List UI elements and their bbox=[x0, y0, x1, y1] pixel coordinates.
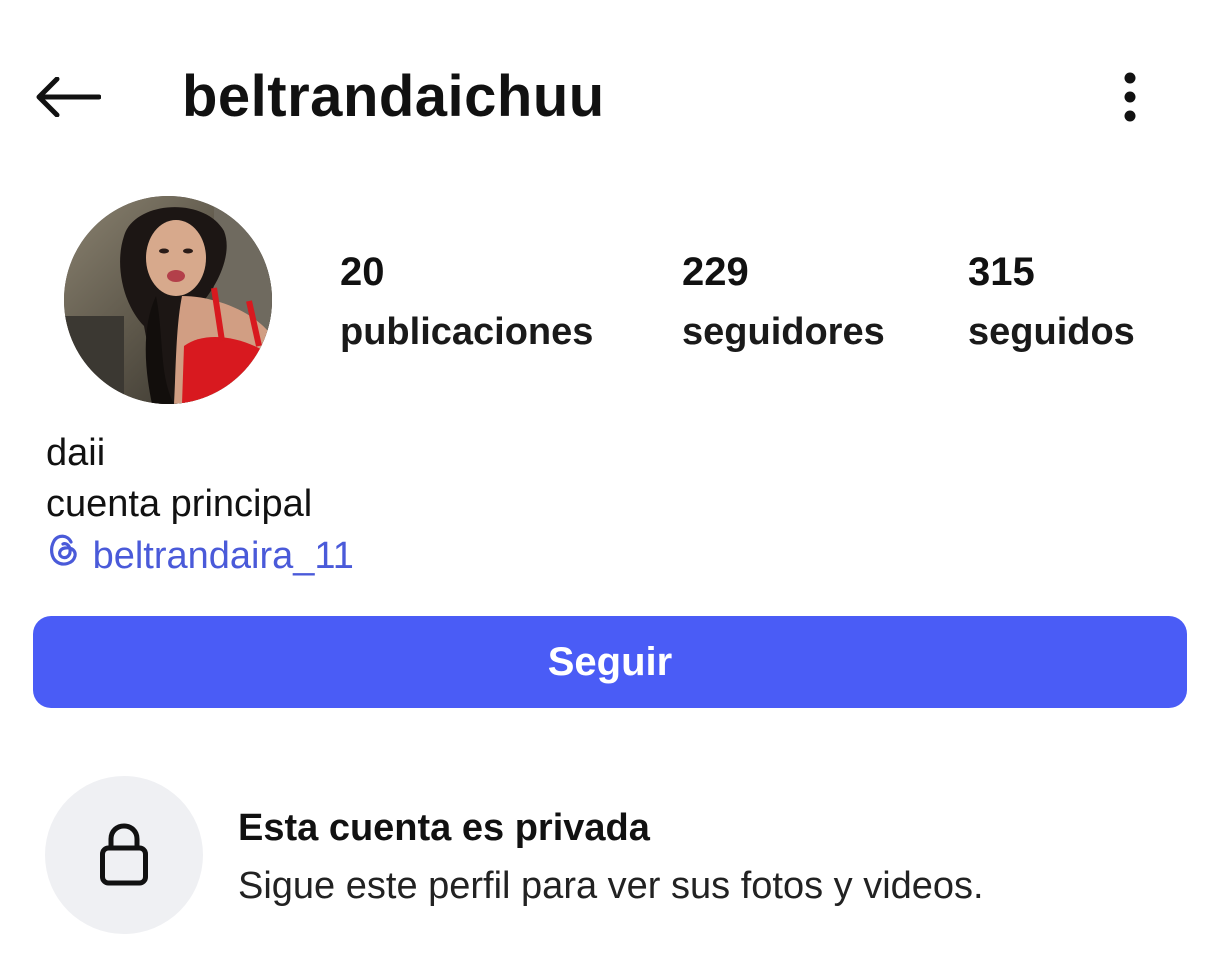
more-vertical-icon bbox=[1124, 72, 1136, 122]
posts-label: publicaciones bbox=[340, 311, 594, 353]
profile-bio: daii cuenta principal beltrandaira_11 bbox=[46, 428, 354, 582]
arrow-left-icon bbox=[36, 77, 101, 117]
bio-description: cuenta principal bbox=[46, 483, 313, 525]
followers-count: 229 bbox=[682, 250, 749, 294]
following-label: seguidos bbox=[968, 311, 1135, 353]
private-account-title: Esta cuenta es privada bbox=[238, 807, 650, 849]
threads-link[interactable]: beltrandaira_11 bbox=[46, 530, 354, 582]
stat-following[interactable]: 315 seguidos bbox=[968, 248, 1135, 368]
back-button[interactable] bbox=[30, 62, 106, 132]
profile-username: beltrandaichuu bbox=[182, 64, 605, 129]
lock-icon bbox=[100, 823, 148, 886]
threads-handle: beltrandaira_11 bbox=[92, 535, 354, 577]
private-account-subtitle: Sigue este perfil para ver sus fotos y v… bbox=[238, 865, 984, 907]
stat-followers[interactable]: 229 seguidores bbox=[682, 248, 885, 368]
followers-label: seguidores bbox=[682, 311, 885, 353]
profile-photo bbox=[64, 196, 272, 404]
private-lock-circle bbox=[45, 776, 203, 934]
bio-name: daii bbox=[46, 432, 106, 474]
profile-header: beltrandaichuu bbox=[0, 0, 1220, 190]
threads-icon bbox=[50, 534, 77, 566]
stat-posts[interactable]: 20 publicaciones bbox=[340, 248, 593, 368]
posts-count: 20 bbox=[340, 250, 385, 294]
following-count: 315 bbox=[968, 250, 1035, 294]
more-options-button[interactable] bbox=[1100, 62, 1160, 132]
follow-button[interactable]: Seguir bbox=[33, 616, 1187, 708]
avatar[interactable] bbox=[64, 196, 272, 404]
